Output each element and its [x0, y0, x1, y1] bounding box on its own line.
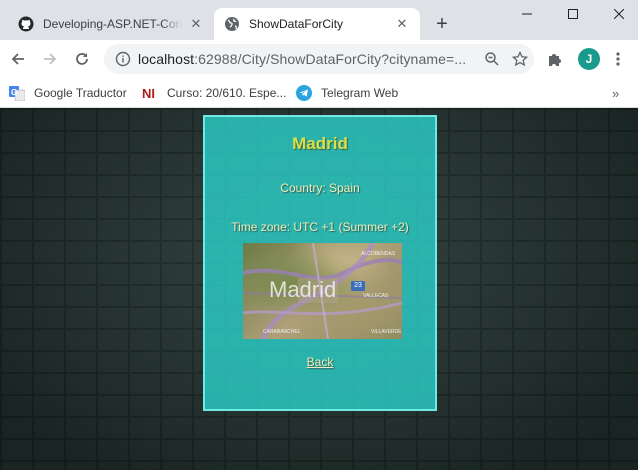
city-card: Madrid Country: Spain Time zone: UTC +1 …	[203, 115, 437, 411]
bookmark-star-icon[interactable]	[506, 45, 534, 73]
svg-text:NI: NI	[142, 86, 155, 101]
svg-text:G: G	[11, 88, 17, 97]
tab-github[interactable]: Developing-ASP.NET-Core- ✕	[8, 8, 214, 40]
bookmark-google-traductor[interactable]: G Google Traductor	[9, 82, 127, 104]
tab-title: Developing-ASP.NET-Core-	[43, 17, 182, 31]
reload-icon[interactable]	[68, 45, 96, 73]
tab-strip: Developing-ASP.NET-Core- ✕ ShowDataForCi…	[0, 0, 638, 40]
bookmarks-bar: G Google Traductor NI Curso: 20/610. Esp…	[0, 78, 638, 108]
country-text: Country: Spain	[280, 181, 360, 195]
more-menu-icon[interactable]	[608, 49, 628, 69]
forward-arrow-icon[interactable]	[36, 45, 64, 73]
github-icon	[18, 16, 34, 32]
city-heading: Madrid	[292, 134, 348, 153]
new-tab-button[interactable]: +	[430, 12, 454, 36]
globe-icon	[224, 16, 240, 32]
zoom-icon[interactable]	[478, 45, 506, 73]
map-sublabel: VALLECAS	[363, 293, 389, 299]
info-icon[interactable]	[115, 51, 131, 67]
minimize-icon[interactable]	[504, 0, 550, 28]
map-sublabel: VILLAVERDE	[371, 329, 402, 335]
browser-toolbar: localhost:62988/City/ShowDataForCity?cit…	[0, 40, 638, 78]
telegram-icon	[296, 85, 312, 101]
tab-showdataforcity[interactable]: ShowDataForCity ✕	[214, 8, 420, 40]
page-viewport: Madrid Country: Spain Time zone: UTC +1 …	[0, 108, 638, 470]
map-sublabel: CARABANCHEL	[263, 329, 301, 335]
address-bar[interactable]: localhost:62988/City/ShowDataForCity?cit…	[104, 44, 534, 74]
bookmark-label: Telegram Web	[321, 86, 399, 100]
bookmark-telegram-web[interactable]: Telegram Web	[296, 82, 398, 104]
bookmark-label: Curso: 20/610. Espe...	[167, 86, 287, 100]
bookmark-label: Google Traductor	[34, 86, 127, 100]
extensions-puzzle-icon[interactable]	[545, 49, 565, 69]
map-label: Madrid	[269, 277, 337, 302]
tab-close-icon[interactable]: ✕	[188, 16, 204, 32]
url-text: localhost:62988/City/ShowDataForCity?cit…	[138, 51, 467, 67]
maximize-icon[interactable]	[550, 0, 596, 28]
bookmark-curso[interactable]: NI Curso: 20/610. Espe...	[142, 82, 286, 104]
back-link[interactable]: Back	[307, 355, 334, 369]
tab-title: ShowDataForCity	[249, 17, 344, 31]
profile-avatar[interactable]: J	[578, 48, 600, 70]
map-road-badge: 23	[351, 281, 365, 291]
tab-close-icon[interactable]: ✕	[394, 16, 410, 32]
ni-logo-icon: NI	[142, 85, 158, 101]
more-bookmarks-chevron-icon[interactable]: »	[612, 82, 619, 104]
map-sublabel: ALCOBENDAS	[361, 251, 396, 257]
close-window-icon[interactable]	[596, 0, 638, 28]
back-arrow-icon[interactable]	[4, 45, 32, 73]
city-map-image: Madrid 23 VALLECAS CARABANCHEL VILLAVERD…	[243, 243, 402, 339]
google-translate-icon: G	[9, 85, 25, 101]
time-zone-text: Time zone: UTC +1 (Summer +2)	[231, 220, 409, 234]
